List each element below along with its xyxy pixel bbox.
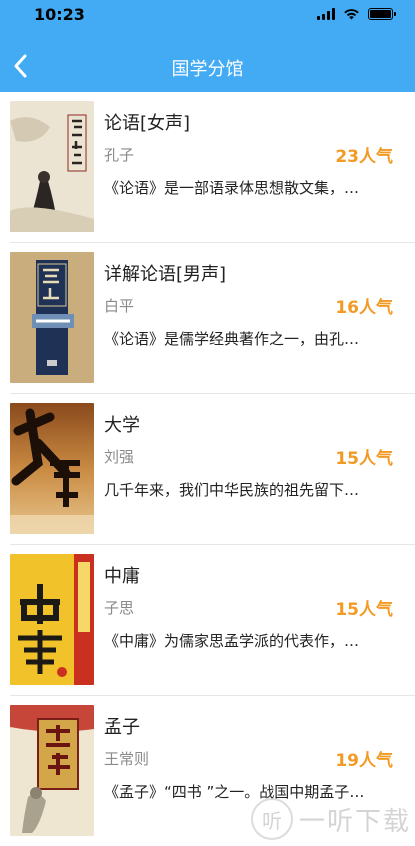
book-list: 论语[女声] 孔子 23人气 《论语》是一部语录体思想散文集，主要记载孔子及其弟… — [0, 92, 415, 846]
book-description: 《中庸》为儒家思孟学派的代表作，原是《礼记》中的一篇 — [104, 632, 374, 650]
book-description: 《论语》是一部语录体思想散文集，主要记载孔子及其弟子的言行 — [104, 179, 374, 197]
book-cover[interactable] — [10, 554, 94, 685]
watermark-text: 一听下载 — [298, 806, 411, 837]
book-author: 白平 — [104, 297, 135, 315]
battery-icon — [368, 8, 396, 20]
watermark: 听 一听下载 — [250, 798, 411, 840]
book-author: 子思 — [104, 599, 135, 617]
status-bar: 10:23 — [0, 0, 415, 30]
book-title: 中庸 — [104, 566, 140, 587]
book-author: 刘强 — [104, 448, 135, 466]
popularity-count: 15人气 — [335, 449, 393, 469]
nav-bar: 国学分馆 — [0, 44, 415, 88]
book-cover[interactable] — [10, 252, 94, 383]
popularity-count: 15人气 — [335, 600, 393, 620]
book-row[interactable]: 论语[女声] 孔子 23人气 《论语》是一部语录体思想散文集，主要记载孔子及其弟… — [10, 92, 415, 243]
book-author: 王常则 — [104, 750, 150, 768]
book-title: 孟子 — [104, 717, 140, 738]
book-title: 大学 — [104, 415, 140, 436]
book-cover[interactable] — [10, 101, 94, 232]
book-title: 论语[女声] — [104, 113, 191, 134]
book-row[interactable]: 中庸 子思 15人气 《中庸》为儒家思孟学派的代表作，原是《礼记》中的一篇 — [10, 545, 415, 696]
status-icons — [317, 8, 396, 20]
book-cover[interactable] — [10, 403, 94, 534]
book-author: 孔子 — [104, 146, 135, 164]
popularity-count: 23人气 — [335, 147, 393, 167]
watermark-logo: 听 — [250, 798, 293, 840]
book-description: 《论语》是儒学经典著作之一，由孔子的弟子及再传弟子编撰而成 — [104, 330, 374, 348]
book-cover[interactable] — [10, 705, 94, 836]
app-header: 10:23 国学分馆 — [0, 0, 415, 92]
book-row[interactable]: 详解论语[男声] 白平 16人气 《论语》是儒学经典著作之一，由孔子的弟子及再传… — [10, 243, 415, 394]
wifi-icon — [344, 9, 359, 20]
page-title: 国学分馆 — [171, 59, 244, 80]
book-description: 几千年来，我们中华民族的祖先留下了许多宝贵的文化遗产 — [104, 481, 374, 499]
status-time: 10:23 — [34, 5, 85, 24]
popularity-count: 19人气 — [335, 751, 393, 771]
popularity-count: 16人气 — [335, 298, 393, 318]
book-row[interactable]: 大学 刘强 15人气 几千年来，我们中华民族的祖先留下了许多宝贵的文化遗产 — [10, 394, 415, 545]
book-title: 详解论语[男声] — [104, 264, 227, 285]
cellular-signal-icon — [317, 8, 335, 20]
